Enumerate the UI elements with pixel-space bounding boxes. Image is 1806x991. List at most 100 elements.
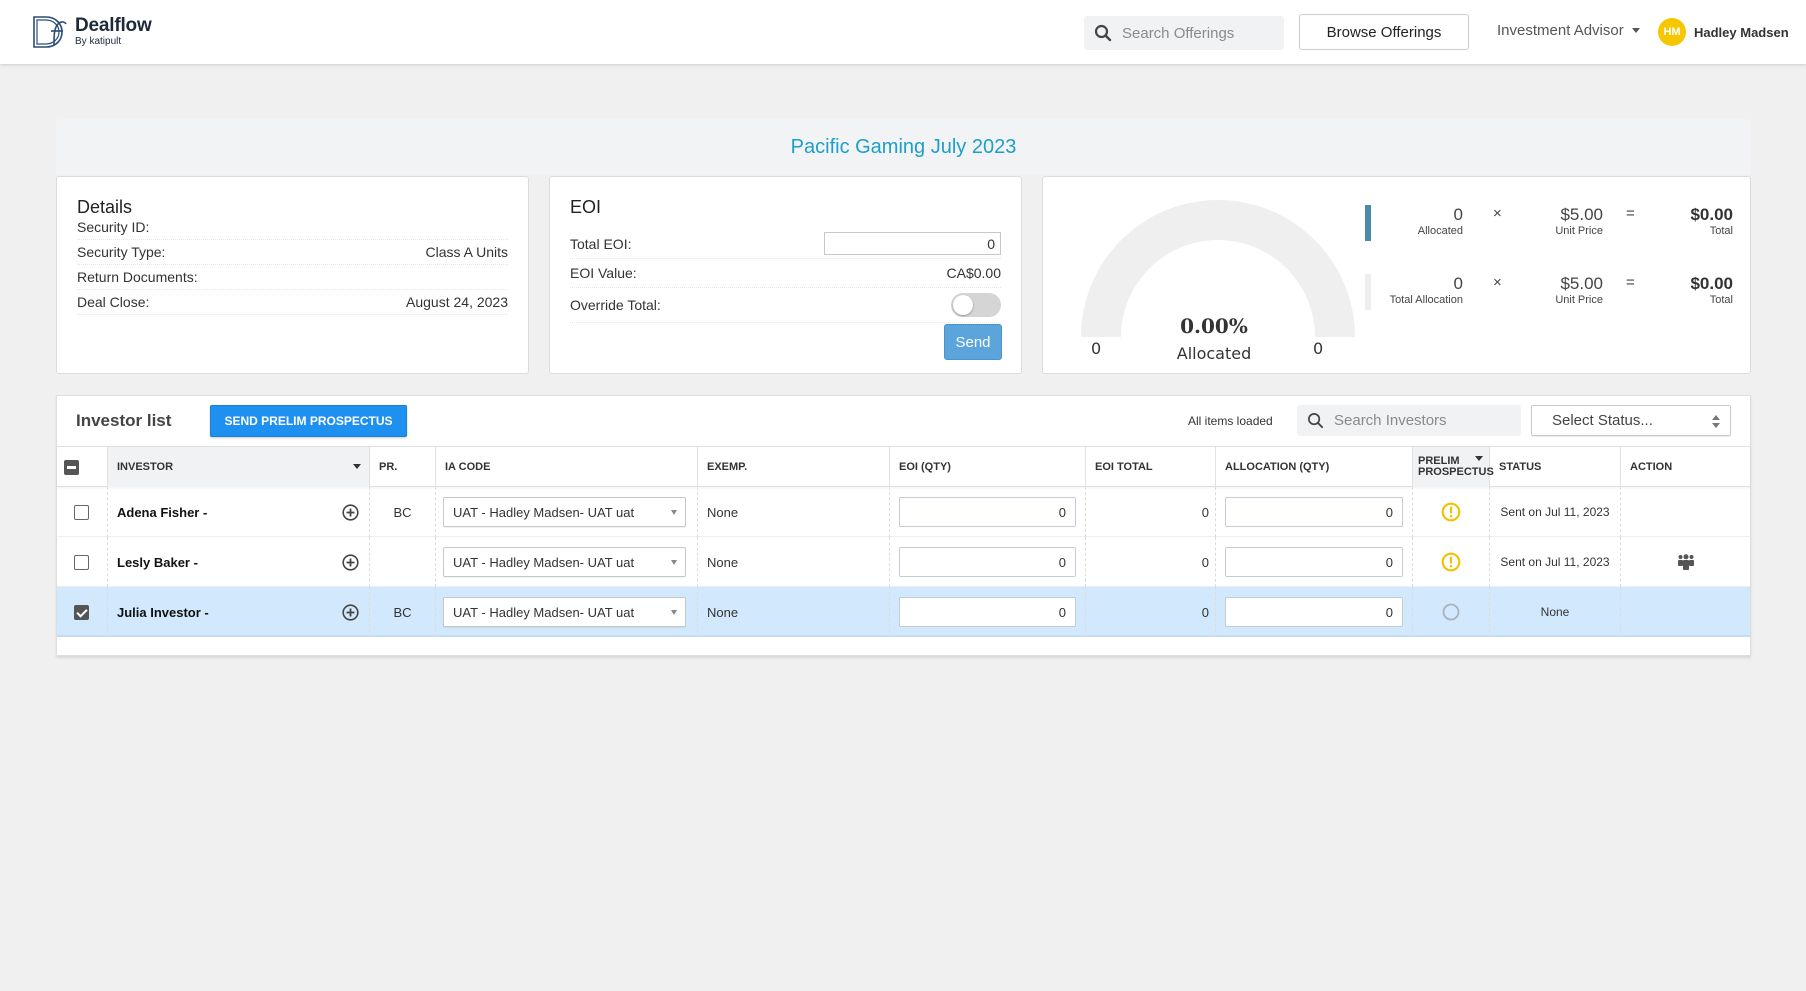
details-card: Details Security ID: Security Type: Clas…: [56, 176, 529, 374]
investor-name[interactable]: Lesly Baker -: [108, 555, 198, 570]
total-eoi-input[interactable]: [824, 232, 1001, 255]
allocated-qty: 0: [1453, 205, 1463, 224]
eoi-value-row: EOI Value: CA$0.00: [570, 259, 1001, 288]
send-eoi-button[interactable]: Send: [944, 324, 1002, 360]
row-checkbox[interactable]: [74, 554, 89, 570]
top-navbar: Dealflow By katipult Browse Offerings In…: [0, 0, 1806, 64]
col-label: INVESTOR: [117, 461, 174, 473]
total-allocation-qty-label: Total Allocation: [1389, 294, 1463, 306]
chevron-down-icon: [671, 560, 677, 565]
role-dropdown[interactable]: Investment Advisor: [1497, 22, 1640, 39]
user-name: Hadley Madsen: [1694, 24, 1789, 40]
eoi-heading: EOI: [570, 197, 602, 217]
gauge-max: 0: [1313, 339, 1324, 358]
allocation-qty-input[interactable]: [1225, 497, 1403, 527]
search-offerings-input[interactable]: [1122, 24, 1282, 42]
load-status: All items loaded: [1188, 414, 1273, 428]
select-all-checkbox[interactable]: [64, 459, 79, 475]
user-menu[interactable]: HM Hadley Madsen: [1658, 18, 1789, 46]
ia-code-value: UAT - Hadley Madsen- UAT uat: [453, 504, 635, 520]
col-label: STATUS: [1499, 461, 1542, 473]
col-pr[interactable]: PR.: [370, 447, 436, 487]
action-cell: [1621, 587, 1750, 637]
role-label: Investment Advisor: [1497, 22, 1624, 39]
eoi-total-row: Total EOI:: [570, 229, 1001, 259]
total-allocation-total: $0.00: [1690, 274, 1733, 293]
col-exemp[interactable]: EXEMP.: [698, 447, 890, 487]
status-text: Sent on Jul 11, 2023: [1490, 487, 1621, 537]
dealflow-logo-icon: [33, 16, 67, 48]
table-row[interactable]: Julia Investor - BC UAT - Hadley Madsen-…: [57, 587, 1750, 637]
col-allocation-qty[interactable]: ALLOCATION (QTY): [1216, 447, 1413, 487]
browse-offerings-button[interactable]: Browse Offerings: [1299, 14, 1469, 50]
chevron-down-icon: [1631, 28, 1640, 33]
detail-value: August 24, 2023: [406, 294, 508, 310]
table-row[interactable]: Adena Fisher - BC UAT - Hadley Madsen- U…: [57, 487, 1750, 537]
eoi-total: 0: [1086, 537, 1216, 587]
allocated-percent: 0.00%: [1180, 314, 1248, 338]
col-label: EXEMP.: [707, 461, 748, 473]
col-investor[interactable]: INVESTOR: [108, 447, 370, 487]
ia-code-select[interactable]: UAT - Hadley Madsen- UAT uat: [443, 597, 686, 627]
action-cell: [1621, 537, 1750, 587]
province: BC: [370, 487, 436, 537]
status-filter-value: Select Status...: [1552, 412, 1653, 429]
add-circle-icon[interactable]: [342, 554, 359, 571]
eoi-card: EOI Total EOI: EOI Value: CA$0.00 Overri…: [549, 176, 1022, 374]
eoi-total: 0: [1086, 487, 1216, 537]
table-row[interactable]: Lesly Baker - UAT - Hadley Madsen- UAT u…: [57, 537, 1750, 587]
col-action: ACTION: [1621, 447, 1750, 487]
exemption: None: [698, 537, 890, 587]
investor-search[interactable]: [1297, 405, 1521, 436]
eoi-qty-input[interactable]: [899, 497, 1076, 527]
col-eoi-total[interactable]: EOI TOTAL: [1086, 447, 1216, 487]
search-investors-input[interactable]: [1334, 412, 1514, 429]
col-label: EOI (QTY): [899, 461, 951, 473]
detail-row-security-type: Security Type: Class A Units: [77, 240, 508, 265]
allocation-qty-input[interactable]: [1225, 597, 1403, 627]
total-label: Total: [1709, 225, 1733, 237]
offerings-search[interactable]: [1084, 16, 1284, 50]
page-title: Pacific Gaming July 2023: [790, 135, 1017, 158]
col-eoi-qty[interactable]: EOI (QTY): [890, 447, 1086, 487]
override-total-row: Override Total:: [570, 288, 1001, 323]
empty-circle-icon: [1442, 603, 1460, 621]
province: BC: [370, 587, 436, 637]
brand-logo[interactable]: Dealflow By katipult: [32, 15, 152, 49]
action-cell: [1621, 487, 1750, 537]
send-prelim-prospectus-button[interactable]: SEND PRELIM PROSPECTUS: [210, 405, 407, 437]
detail-row-security-id: Security ID:: [77, 215, 508, 240]
investor-name[interactable]: Adena Fisher -: [108, 505, 207, 520]
times-sign: ×: [1493, 205, 1502, 222]
ia-code-select[interactable]: UAT - Hadley Madsen- UAT uat: [443, 547, 686, 577]
sort-caret-icon: [353, 464, 361, 469]
total-label: Total: [1709, 294, 1733, 306]
allocation-qty-input[interactable]: [1225, 547, 1403, 577]
total-allocation-calc-row: 0 Total Allocation × $5.00 Unit Price = …: [1363, 274, 1733, 312]
users-icon[interactable]: [1677, 554, 1695, 570]
unit-price: $5.00: [1560, 274, 1603, 293]
investor-list-card: Investor list SEND PRELIM PROSPECTUS All…: [56, 395, 1751, 656]
equals-sign: =: [1626, 274, 1635, 291]
eoi-qty-input[interactable]: [899, 597, 1076, 627]
allocated-total: $0.00: [1690, 205, 1733, 224]
investor-name[interactable]: Julia Investor -: [108, 605, 209, 620]
col-prelim-prospectus[interactable]: PRELIM PROSPECTUS: [1413, 447, 1494, 487]
col-ia-code[interactable]: IA CODE: [436, 447, 698, 487]
add-circle-icon[interactable]: [342, 604, 359, 621]
row-checkbox[interactable]: [74, 604, 89, 620]
override-total-toggle[interactable]: [951, 293, 1001, 317]
add-circle-icon[interactable]: [342, 504, 359, 521]
unit-price: $5.00: [1560, 205, 1603, 224]
ia-code-select[interactable]: UAT - Hadley Madsen- UAT uat: [443, 497, 686, 527]
unit-price-label: Unit Price: [1555, 225, 1603, 237]
total-allocation-legend-bar: [1365, 274, 1371, 310]
row-checkbox[interactable]: [74, 504, 89, 520]
avatar: HM: [1658, 18, 1686, 46]
status-filter-select[interactable]: Select Status...: [1531, 405, 1731, 436]
eoi-qty-input[interactable]: [899, 547, 1076, 577]
col-status[interactable]: STATUS: [1490, 447, 1621, 487]
status-text: None: [1490, 587, 1621, 637]
toggle-knob: [953, 295, 973, 315]
allocation-card: 0.00% Allocated 0 0 0 Allocated × $5.00 …: [1042, 176, 1751, 374]
